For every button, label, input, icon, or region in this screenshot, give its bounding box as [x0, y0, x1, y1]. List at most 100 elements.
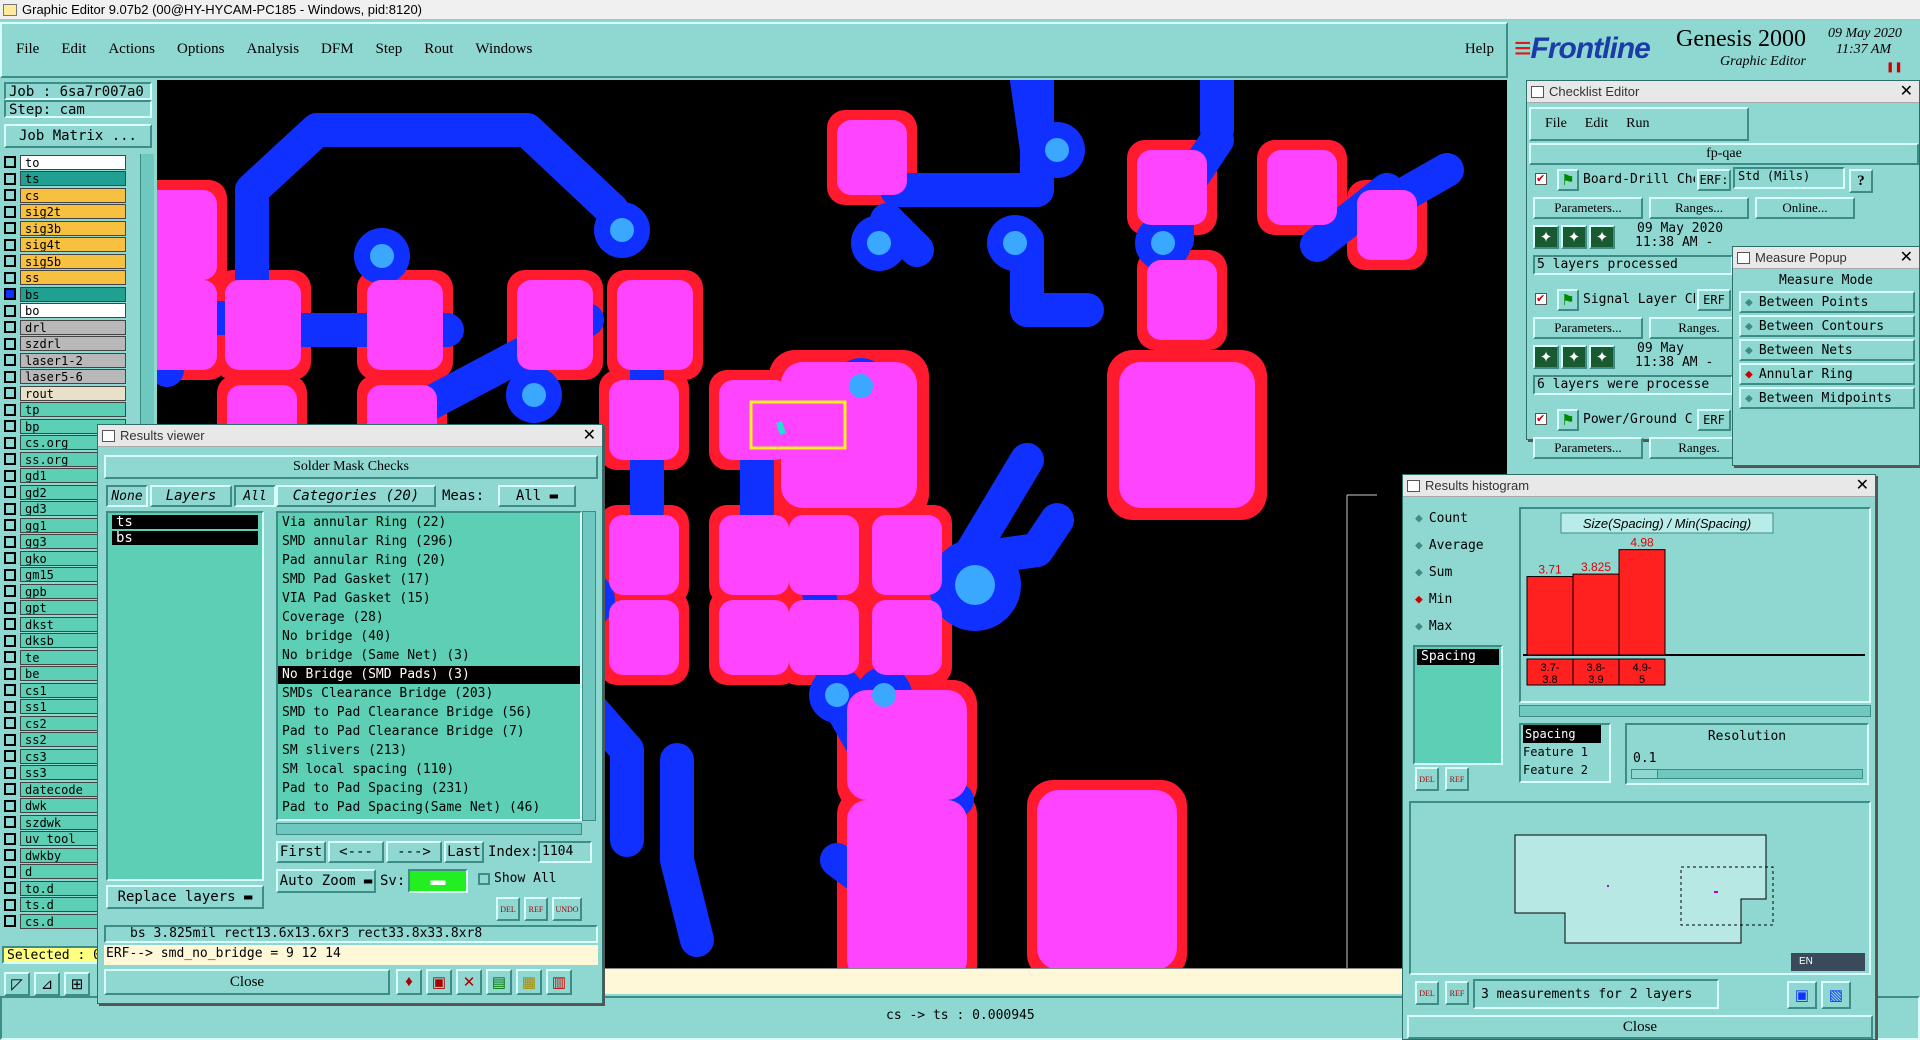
- stop-icon[interactable]: ✦: [1561, 225, 1587, 249]
- layer-checkbox[interactable]: [4, 519, 16, 531]
- layer-checkbox[interactable]: [4, 189, 16, 201]
- histogram-icon[interactable]: ▥: [546, 969, 572, 995]
- layer-checkbox[interactable]: [4, 370, 16, 383]
- layer-checkbox[interactable]: [4, 205, 16, 218]
- export-icon[interactable]: ▣: [1787, 981, 1817, 1009]
- parameters-button[interactable]: Parameters...: [1533, 317, 1643, 339]
- list-item[interactable]: Feature 2: [1521, 761, 1609, 779]
- layer-results-list[interactable]: ts bs: [106, 511, 264, 881]
- sv-color-dropdown[interactable]: ▬: [408, 869, 468, 893]
- layer-row[interactable]: cs: [4, 187, 126, 203]
- undo-icon[interactable]: UNDO: [552, 897, 582, 921]
- erf-button[interactable]: ERF: [1697, 409, 1731, 431]
- layer-checkbox[interactable]: [4, 898, 16, 911]
- layer-checkbox[interactable]: [4, 337, 16, 350]
- prev-button[interactable]: <---: [328, 841, 384, 863]
- none-button[interactable]: None: [106, 485, 148, 507]
- grid-tool-icon[interactable]: ⊞: [64, 972, 90, 996]
- highlight-icon[interactable]: ♦: [396, 969, 422, 995]
- run-icon[interactable]: ✦: [1533, 345, 1559, 369]
- category-item[interactable]: SM slivers (213): [278, 742, 580, 760]
- layer-row[interactable]: to: [4, 154, 126, 170]
- category-item[interactable]: SMDs Clearance Bridge (203): [278, 685, 580, 703]
- layer-checkbox[interactable]: [4, 733, 16, 746]
- layer-checkbox[interactable]: [4, 469, 16, 482]
- layer-checkbox[interactable]: [4, 618, 16, 630]
- check-label[interactable]: Board-Drill Che: [1583, 172, 1695, 187]
- menu-item-options[interactable]: Options: [177, 41, 225, 58]
- measure-option[interactable]: ◆ Between Midpoints: [1739, 387, 1915, 409]
- checklist-menu-run[interactable]: Run: [1626, 116, 1649, 132]
- list-item[interactable]: Spacing: [1417, 649, 1499, 665]
- layer-checkbox[interactable]: [4, 849, 16, 861]
- show-all-checkbox[interactable]: [478, 873, 490, 885]
- layer-checkbox[interactable]: [4, 304, 16, 317]
- job-matrix-button[interactable]: Job Matrix ...: [4, 124, 152, 148]
- mode-option[interactable]: ◆ Min: [1415, 592, 1452, 607]
- close-icon[interactable]: ✕: [1856, 475, 1869, 495]
- layer-checkbox[interactable]: [4, 750, 16, 762]
- layer-row[interactable]: laser5-6: [4, 369, 126, 385]
- layer-row[interactable]: sig3b: [4, 220, 126, 236]
- check-label[interactable]: Power/Ground C: [1583, 412, 1695, 427]
- close-icon[interactable]: ✕: [583, 425, 596, 445]
- category-hscrollbar[interactable]: [276, 823, 582, 835]
- category-item[interactable]: SM local spacing (110): [278, 761, 580, 779]
- parameters-button[interactable]: Parameters...: [1533, 437, 1643, 459]
- layer-checkbox[interactable]: [4, 832, 16, 845]
- run-icon[interactable]: ✦: [1533, 225, 1559, 249]
- replace-layers-dropdown[interactable]: Replace layers ▬: [106, 885, 264, 909]
- measure-type-list[interactable]: Spacing: [1413, 645, 1503, 765]
- resolution-slider[interactable]: [1631, 769, 1863, 779]
- layer-checkbox[interactable]: [4, 222, 16, 234]
- footer-ref-icon[interactable]: REF: [1445, 981, 1469, 1005]
- menu-item-analysis[interactable]: Analysis: [247, 41, 300, 58]
- layer-checkbox[interactable]: [4, 403, 16, 416]
- help-icon[interactable]: ?: [1849, 169, 1873, 193]
- histogram-close-button[interactable]: Close: [1407, 1015, 1873, 1039]
- layer-checkbox[interactable]: [4, 783, 16, 795]
- layer-row[interactable]: rout: [4, 385, 126, 401]
- report-icon[interactable]: ▦: [516, 969, 542, 995]
- close-button[interactable]: Close: [104, 969, 390, 995]
- layer-row[interactable]: bo: [4, 303, 126, 319]
- spacing-feature-list[interactable]: Spacing Feature 1 Feature 2: [1519, 723, 1611, 783]
- check-toggle[interactable]: ✔: [1535, 293, 1547, 305]
- checklist-menu-file[interactable]: File: [1545, 116, 1567, 132]
- layer-row[interactable]: ts: [4, 171, 126, 187]
- meas-dropdown[interactable]: All ▬: [498, 485, 576, 507]
- layer-row[interactable]: sig2t: [4, 204, 126, 220]
- layer-checkbox[interactable]: [4, 321, 16, 333]
- layer-checkbox[interactable]: [4, 601, 16, 614]
- category-item[interactable]: SMD Pad Gasket (17): [278, 571, 580, 589]
- report-icon[interactable]: ✦: [1589, 225, 1615, 249]
- erf-button[interactable]: ERF: [1697, 289, 1731, 311]
- del-icon[interactable]: DEL: [496, 897, 520, 921]
- histogram-titlebar[interactable]: Results histogram ✕: [1403, 475, 1875, 497]
- erf-button[interactable]: ERF:: [1697, 169, 1731, 191]
- draw-tool-icon[interactable]: ◸: [4, 972, 30, 996]
- measure-option[interactable]: ◆ Annular Ring: [1739, 363, 1915, 385]
- category-item[interactable]: No bridge (40): [278, 628, 580, 646]
- category-item[interactable]: VIA Pad Gasket (15): [278, 590, 580, 608]
- layer-row[interactable]: sig4t: [4, 237, 126, 253]
- layer-checkbox[interactable]: [4, 585, 16, 597]
- layer-row[interactable]: bs: [4, 286, 126, 302]
- menu-item-rout[interactable]: Rout: [424, 41, 453, 58]
- layer-checkbox[interactable]: [4, 700, 16, 713]
- stop-icon[interactable]: ✦: [1561, 345, 1587, 369]
- layer-row[interactable]: ss: [4, 270, 126, 286]
- last-button[interactable]: Last: [444, 841, 484, 863]
- category-item[interactable]: SMD annular Ring (296): [278, 533, 580, 551]
- layer-checkbox[interactable]: [4, 238, 16, 251]
- mode-option[interactable]: ◆ Average: [1415, 538, 1484, 553]
- check-action-icon[interactable]: ⚑: [1557, 289, 1579, 311]
- layer-checkbox[interactable]: [4, 865, 16, 878]
- check-label[interactable]: Signal Layer Ch: [1583, 292, 1695, 307]
- cross-icon[interactable]: ✕: [456, 969, 482, 995]
- histogram-bar[interactable]: [1526, 576, 1574, 656]
- layer-checkbox[interactable]: [4, 915, 16, 927]
- layer-checkbox[interactable]: [4, 684, 16, 696]
- step-icon[interactable]: ▤: [486, 969, 512, 995]
- layer-checkbox[interactable]: [4, 486, 16, 498]
